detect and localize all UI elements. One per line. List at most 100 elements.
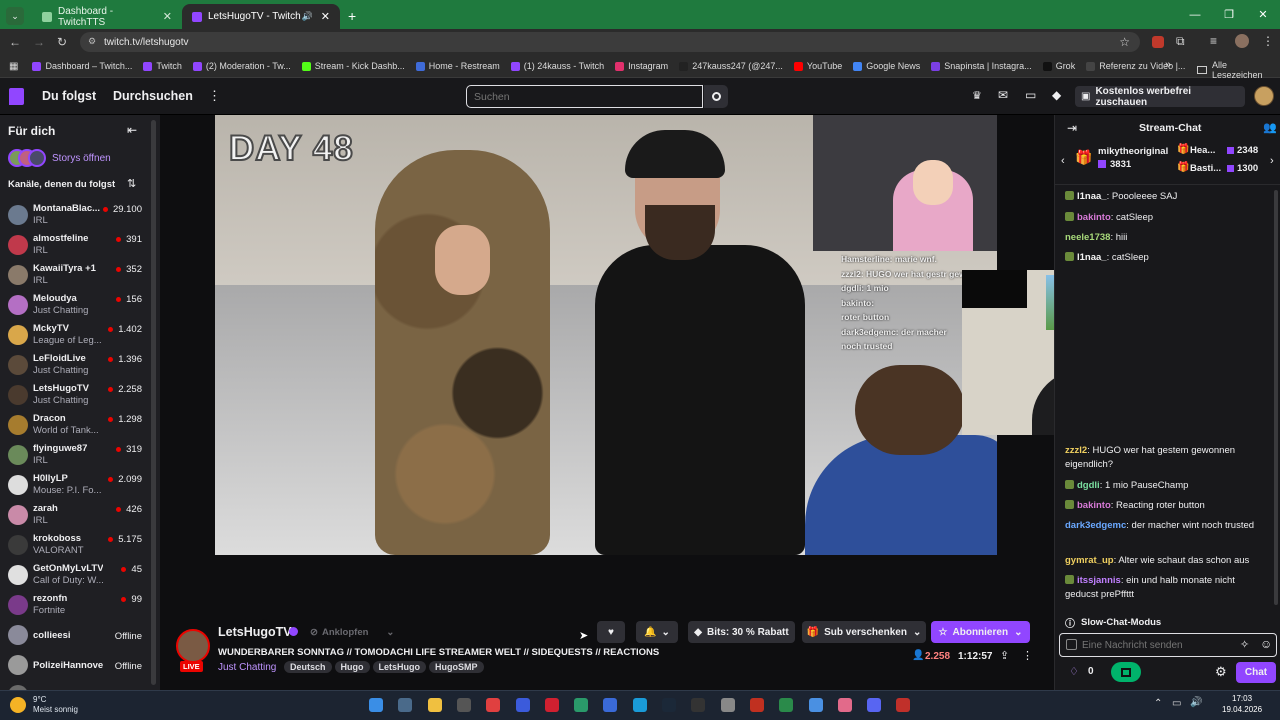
sidebar-channel-item[interactable]: Dracon World of Tank... 1.298 [0,411,150,441]
video-player[interactable]: DAY 48 Hamsterline: marie wnf. zzzl2: HUG… [215,115,997,555]
twitch-logo-icon[interactable] [9,88,24,105]
weather-icon[interactable] [10,697,26,713]
tab-letshugotv[interactable]: LetsHugoTV - Twitch 🔊 ✕ [182,4,340,29]
chrome-icon[interactable] [808,698,823,712]
chat-settings-icon[interactable]: ⚙ [1215,664,1227,680]
forward-icon[interactable]: → [33,35,45,49]
sidebar-channel-item[interactable]: PolizeiHannover Offline [0,651,150,681]
bookmark-item[interactable]: Dashboard – Twitch... [32,61,132,71]
bits-discount-button[interactable]: ◆ Bits: 30 % Rabatt [688,621,795,643]
search-input[interactable] [466,85,703,108]
more-options-icon[interactable]: ⋮ [1022,649,1033,662]
prev-arrow-icon[interactable]: ‹ [1061,155,1065,167]
sidebar-channel-item[interactable]: H0llyLP Mouse: P.I. Fo... 2.099 [0,471,150,501]
app-icon[interactable] [749,698,764,712]
app-icon[interactable] [779,698,794,712]
next-arrow-icon[interactable]: › [1270,155,1274,167]
stream-tag[interactable]: LetsHugo [372,661,427,673]
stream-tag[interactable]: Hugo [334,661,370,673]
subscribe-button[interactable]: ☆ Abonnieren ⌄ [931,621,1030,643]
collapse-sidebar-icon[interactable]: ⇤ [127,123,137,137]
app-icon[interactable] [574,698,589,712]
claim-bonus-button[interactable] [1111,662,1141,682]
site-info-icon[interactable]: ⚙ [88,36,96,47]
audio-icon[interactable]: 🔊 [302,11,313,22]
start-icon[interactable] [369,698,383,712]
url-field[interactable]: ⚙ twitch.tv/letshugotv ☆ [80,32,1140,52]
app-icon[interactable] [896,698,911,712]
app-icon[interactable] [456,698,471,712]
nav-browse[interactable]: Durchsuchen [113,89,193,103]
discord-icon[interactable] [867,698,882,712]
bookmark-item[interactable]: Stream - Kick Dashb... [301,61,405,71]
reload-icon[interactable]: ↻ [57,35,67,49]
sidebar-channel-item[interactable]: LetsHugoTV Just Chatting 2.258 [0,381,150,411]
chat-username[interactable]: dark3edgemc [1065,520,1126,531]
bookmark-star-icon[interactable]: ☆ [1119,35,1130,49]
sidebar-channel-item[interactable]: krokoboss VALORANT 5.175 [0,531,150,561]
sidebar-channel-item[interactable]: Meloudya Just Chatting 156 [0,291,150,321]
sidebar-channel-item[interactable]: MontanaBlac... IRL 29.100 [0,201,150,231]
knock-button[interactable]: ⊘ Anklopfen ⌄ [310,624,394,640]
bookmark-item[interactable]: (2) Moderation - Tw... [192,61,291,71]
chat-username[interactable]: dgdli [1077,480,1100,491]
stream-tag[interactable]: HugoSMP [429,661,484,673]
bookmark-item[interactable]: Twitch [143,61,182,71]
sidebar-channel-item[interactable]: rezonfn Fortnite 99 [0,591,150,621]
chat-send-button[interactable]: Chat [1236,662,1276,683]
notifications-button[interactable]: 🔔 ⌄ [636,621,678,643]
steam-icon[interactable] [662,698,676,712]
widgets-icon[interactable] [398,698,413,712]
chat-scrollbar[interactable] [1274,190,1278,605]
gift-sub-button[interactable]: 🎁 Sub verschenken ⌄ [802,621,926,643]
follow-heart-button[interactable]: ♥ [597,621,625,643]
minimize-icon[interactable]: — [1178,9,1212,21]
prime-crown-icon[interactable]: ♛ [972,89,982,102]
close-tab-icon[interactable]: ✕ [163,10,172,23]
collapse-chat-icon[interactable]: ⇥ [1067,121,1077,135]
bookmark-item[interactable]: (1) 24kauss - Twitch [510,61,604,71]
apps-grid-icon[interactable]: ▦ [9,61,18,72]
sidebar-channel-item[interactable]: flyinguwe87 IRL 319 [0,441,150,471]
app-icon[interactable] [544,698,559,712]
search-button[interactable] [704,85,728,108]
chat-username[interactable]: zzzl2 [1065,445,1087,456]
file-explorer-icon[interactable] [427,698,442,712]
chat-input[interactable] [1082,637,1232,653]
emote-picker-icon[interactable]: ✧ [1240,638,1249,651]
bookmark-item[interactable]: YouTube [793,61,842,71]
close-tab-icon[interactable]: ✕ [321,10,330,23]
sidebar-channel-item[interactable]: collieesi Offline [0,621,150,651]
extensions-puzzle-icon[interactable]: ⧉ [1176,34,1185,49]
close-window-icon[interactable]: ✕ [1246,8,1280,21]
chat-username[interactable]: bakinto [1077,500,1111,511]
sidebar-channel-item[interactable]: MckyTV League of Leg... 1.402 [0,321,150,351]
chat-username[interactable]: gymrat_up [1065,555,1114,566]
menu-kebab-icon[interactable]: ⋮ [1262,34,1274,48]
bits-icon[interactable]: ◆ [1052,88,1061,102]
sidebar-channel-item[interactable]: zarah IRL 426 [0,501,150,531]
app-icon[interactable] [486,698,501,712]
maximize-icon[interactable]: ❐ [1212,8,1246,21]
chat-input-box[interactable]: ✧ ☺ [1059,633,1277,657]
sidebar-channel-item[interactable]: GetOnMyLvLTV Call of Duty: W... 45 [0,561,150,591]
chat-username[interactable]: neele1738 [1065,232,1110,243]
media-icon[interactable]: ≡ [1210,34,1217,48]
user-avatar[interactable] [1254,86,1274,106]
new-tab-button[interactable]: + [340,4,364,29]
chat-username[interactable]: l1naa_ [1077,252,1107,263]
bookmarks-overflow-button[interactable]: » [1165,59,1171,71]
nav-following[interactable]: Du folgst [42,89,96,103]
channel-points-icon[interactable]: ♢ [1069,665,1079,678]
profile-avatar[interactable] [1235,34,1249,48]
chat-username[interactable]: bakinto [1077,212,1111,223]
sidebar-channel-item[interactable]: KawaiiTyra +1 IRL 352 [0,261,150,291]
bookmark-item[interactable]: Instagram [615,61,668,71]
bookmark-item[interactable]: Snapinsta | Instagra... [931,61,1032,71]
chat-badge-icon[interactable] [1066,639,1077,650]
bookmark-item[interactable]: 247kauss247 (@247... [679,61,783,71]
all-bookmarks-folder[interactable]: Alle Lesezeichen [1197,60,1280,80]
inbox-icon[interactable]: ✉ [998,88,1008,102]
app-icon[interactable] [515,698,530,712]
tab-search-icon[interactable]: ⌄ [6,7,24,25]
